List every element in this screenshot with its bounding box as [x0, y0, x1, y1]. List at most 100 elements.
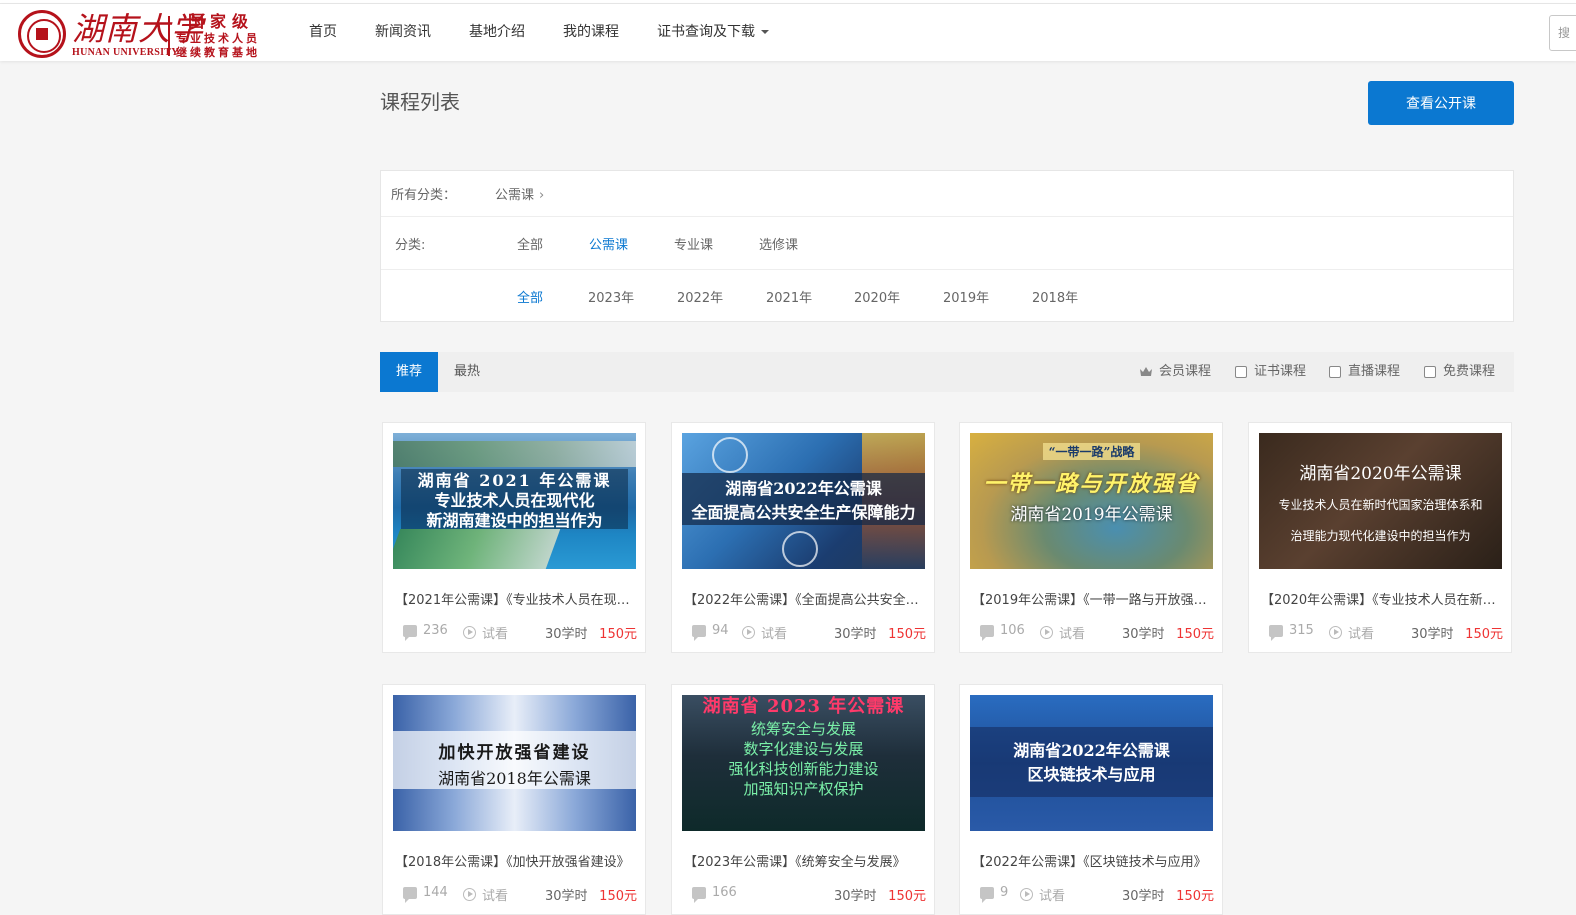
certificate-courses-checkbox[interactable]: 证书课程 [1235, 352, 1306, 392]
course-title[interactable]: 【2021年公需课】《专业技术人员在现代化新湖南建设中的担当作为》 [395, 589, 635, 608]
course-card[interactable]: 湖南省 2023 年公需课 统筹安全与发展 数字化建设与发展 强化科技创新能力建… [671, 684, 935, 915]
thumb-line: 统筹安全与发展 [750, 720, 856, 738]
thumb-line: 湖南省2019年公需课 [1010, 505, 1173, 525]
trial-label: 试看 [1059, 627, 1086, 642]
free-courses-checkbox[interactable]: 免费课程 [1424, 352, 1495, 392]
course-hours: 30学时 [834, 627, 877, 642]
course-meta: 166 30学时 150元 [692, 885, 926, 904]
comment-count: 94 [692, 623, 729, 641]
site-logo[interactable]: 湖南大学 HUNAN UNIVERSITY 国家级 专业技术人员 继续教育基地 [18, 10, 278, 60]
thumb-line: 专业技术人员在新时代国家治理体系和 [1278, 497, 1483, 512]
live-courses-label: 直播课程 [1348, 364, 1401, 379]
thumb-line: 加快开放强省建设 [438, 742, 591, 763]
year-option-all[interactable]: 全部 [517, 287, 543, 306]
course-card[interactable]: 湖南省2022年公需课 全面提高公共安全生产保障能力 【2022年公需课】《全面… [671, 422, 935, 653]
comment-icon [980, 886, 994, 903]
trial-link[interactable]: 试看 [1020, 885, 1065, 904]
course-thumbnail[interactable]: 加快开放强省建设 湖南省2018年公需课 [393, 695, 636, 831]
course-title[interactable]: 【2023年公需课】《统筹安全与发展》 [684, 851, 924, 870]
course-meta: 144 试看 30学时 150元 [403, 885, 637, 904]
course-meta: 106 试看 30学时 150元 [980, 623, 1214, 642]
course-card[interactable]: 湖南省2020年公需课 专业技术人员在新时代国家治理体系和 治理能力现代化建设中… [1248, 422, 1512, 653]
year-option-2018[interactable]: 2018年 [1032, 287, 1078, 306]
course-card[interactable]: 湖南省 2021 年公需课 专业技术人员在现代化 新湖南建设中的担当作为 【20… [382, 422, 646, 653]
member-courses-toggle[interactable]: 会员课程 [1140, 352, 1211, 392]
live-courses-checkbox[interactable]: 直播课程 [1329, 352, 1400, 392]
nav-news[interactable]: 新闻资讯 [356, 4, 450, 61]
logo-side-line2: 专业技术人员 [176, 32, 260, 45]
course-thumbnail[interactable]: “一带一路”战略 一带一路与开放强省 湖南省2019年公需课 [970, 433, 1213, 569]
sort-bar: 推荐 最热 会员课程 证书课程 直播课程 免费课程 [380, 352, 1514, 392]
category-option-public[interactable]: 公需课 [589, 234, 628, 253]
nav-about[interactable]: 基地介绍 [450, 4, 544, 61]
course-card[interactable]: “一带一路”战略 一带一路与开放强省 湖南省2019年公需课 【2019年公需课… [959, 422, 1223, 653]
thumb-line: 区块链技术与应用 [1027, 765, 1156, 784]
trial-link[interactable]: 试看 [742, 623, 787, 642]
category-option-all[interactable]: 全部 [517, 234, 543, 253]
year-option-2023[interactable]: 2023年 [588, 287, 634, 306]
trial-link[interactable]: 试看 [463, 623, 508, 642]
thumb-line: 湖南省2018年公需课 [438, 768, 591, 788]
course-thumbnail[interactable]: 湖南省2022年公需课 区块链技术与应用 [970, 695, 1213, 831]
thumb-line: 湖南省2022年公需课 [1013, 741, 1170, 760]
year-option-2019[interactable]: 2019年 [943, 287, 989, 306]
course-title[interactable]: 【2019年公需课】《一带一路与开放强省》 [972, 589, 1212, 608]
course-thumbnail[interactable]: 湖南省 2021 年公需课 专业技术人员在现代化 新湖南建设中的担当作为 [393, 433, 636, 569]
caret-down-icon [761, 30, 769, 34]
course-hours: 30学时 [545, 889, 588, 904]
course-thumbnail[interactable]: 湖南省 2023 年公需课 统筹安全与发展 数字化建设与发展 强化科技创新能力建… [682, 695, 925, 831]
course-title[interactable]: 【2022年公需课】《全面提高公共安全生产保障能力》 [684, 589, 924, 608]
tab-hottest[interactable]: 最热 [438, 352, 496, 392]
page-title: 课程列表 [380, 90, 460, 114]
trial-link[interactable]: 试看 [463, 885, 508, 904]
thumb-line: 专业技术人员在现代化 [434, 491, 595, 510]
trial-link[interactable]: 试看 [1040, 623, 1085, 642]
year-option-2020[interactable]: 2020年 [854, 287, 900, 306]
logo-university-name-en: HUNAN UNIVERSITY [72, 47, 179, 58]
trial-label: 试看 [1039, 889, 1066, 904]
category-option-professional[interactable]: 专业课 [674, 234, 713, 253]
comment-count-value: 166 [712, 885, 737, 900]
course-card[interactable]: 湖南省2022年公需课 区块链技术与应用 【2022年公需课】《区块链技术与应用… [959, 684, 1223, 915]
nav-certificates[interactable]: 证书查询及下载 [638, 4, 788, 61]
year-option-2022[interactable]: 2022年 [677, 287, 723, 306]
logo-divider [168, 16, 170, 56]
comment-icon [980, 624, 994, 641]
course-title[interactable]: 【2022年公需课】《区块链技术与应用》 [972, 851, 1212, 870]
comment-count: 236 [403, 623, 448, 641]
comment-count-value: 94 [712, 623, 729, 638]
nav-home[interactable]: 首页 [290, 4, 356, 61]
course-title[interactable]: 【2020年公需课】《专业技术人员在新时代国家治理体系和治理能力现代化建设中的担… [1261, 589, 1501, 608]
course-price: 150元 [888, 889, 926, 904]
trial-link[interactable]: 试看 [1329, 623, 1374, 642]
thumb-line: “一带一路”战略 [1042, 443, 1141, 460]
course-hours: 30学时 [1122, 889, 1165, 904]
thumb-line: 湖南省2020年公需课 [1299, 463, 1462, 484]
comment-icon [692, 624, 706, 641]
breadcrumb[interactable]: 公需课 › [495, 184, 544, 203]
course-card[interactable]: 加快开放强省建设 湖南省2018年公需课 【2018年公需课】《加快开放强省建设… [382, 684, 646, 915]
course-thumbnail[interactable]: 湖南省2020年公需课 专业技术人员在新时代国家治理体系和 治理能力现代化建设中… [1259, 433, 1502, 569]
nav-my-courses[interactable]: 我的课程 [544, 4, 638, 61]
year-option-2021[interactable]: 2021年 [766, 287, 812, 306]
view-open-courses-button[interactable]: 查看公开课 [1368, 81, 1514, 125]
course-thumbnail[interactable]: 湖南省2022年公需课 全面提高公共安全生产保障能力 [682, 433, 925, 569]
play-icon [742, 626, 755, 639]
course-price: 150元 [599, 627, 637, 642]
category-option-elective[interactable]: 选修课 [759, 234, 798, 253]
course-meta: 236 试看 30学时 150元 [403, 623, 637, 642]
free-courses-label: 免费课程 [1443, 364, 1496, 379]
course-hours: 30学时 [545, 627, 588, 642]
course-price: 150元 [1176, 889, 1214, 904]
thumb-line: 全面提高公共安全生产保障能力 [691, 503, 916, 522]
site-header: 湖南大学 HUNAN UNIVERSITY 国家级 专业技术人员 继续教育基地 … [0, 4, 1576, 61]
comment-count: 166 [692, 885, 737, 903]
search-input[interactable]: 搜 [1549, 15, 1576, 51]
logo-side-line1: 国家级 [188, 12, 255, 31]
tab-recommended[interactable]: 推荐 [380, 352, 438, 392]
play-icon [1020, 888, 1033, 901]
main-nav: 首页 新闻资讯 基地介绍 我的课程 证书查询及下载 [290, 4, 788, 61]
course-title[interactable]: 【2018年公需课】《加快开放强省建设》 [395, 851, 635, 870]
nav-certificates-label: 证书查询及下载 [657, 24, 755, 40]
filter-year-row: 全部 2023年 2022年 2021年 2020年 2019年 2018年 [381, 270, 1513, 322]
